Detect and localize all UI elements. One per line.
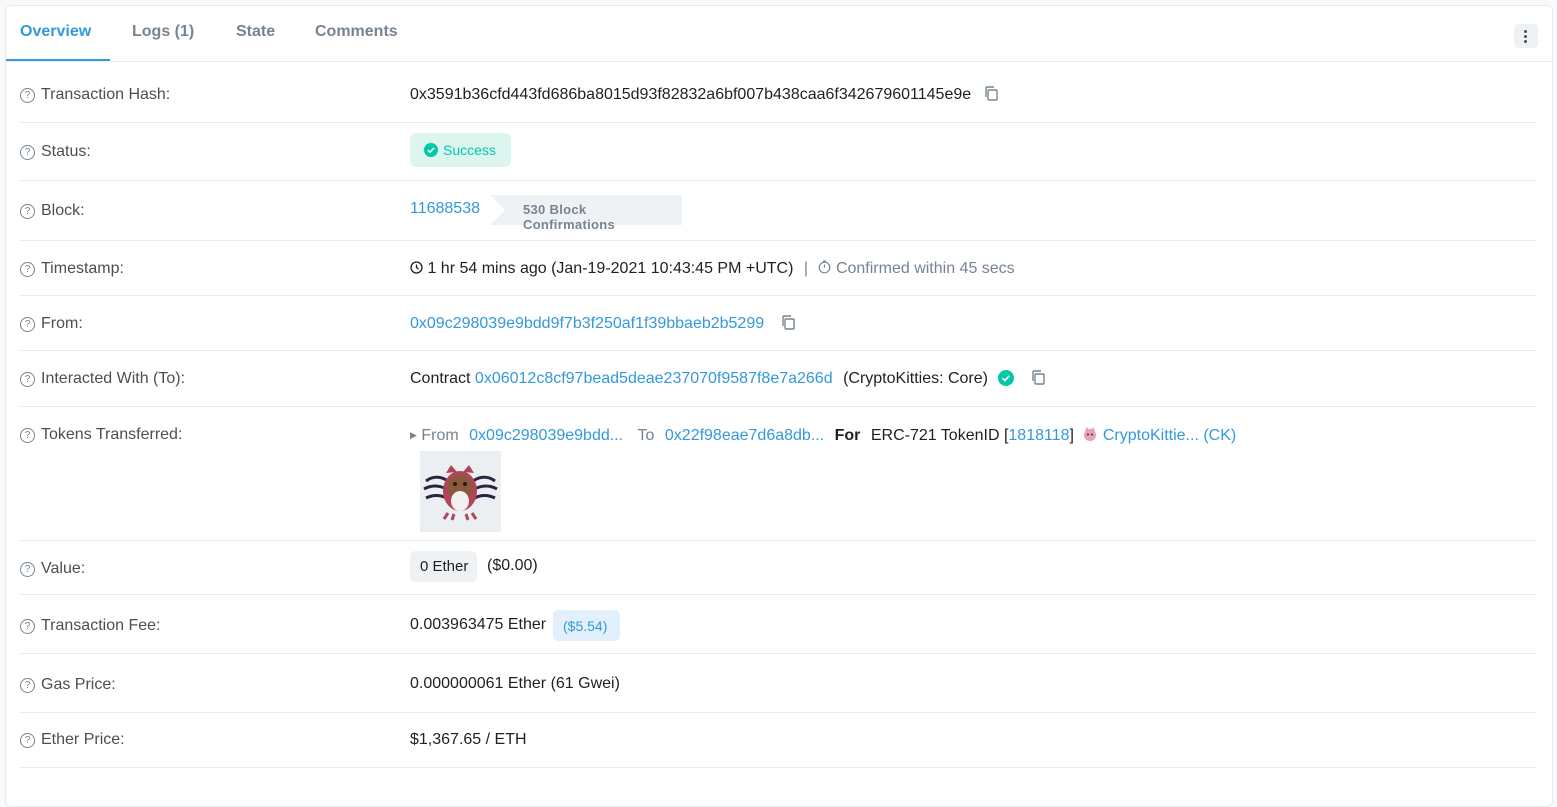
field-value: 0x3591b36cfd443fd686ba8015d93f82832a6bf0… [410, 86, 998, 104]
row-block: ? Block: 11688538 530 Block Confirmations [20, 181, 1537, 241]
token-id-link[interactable]: 1818118 [1008, 427, 1069, 444]
row-from: ? From: 0x09c298039e9bdd9f7b3f250af1f39bb… [20, 296, 1537, 351]
question-circle-icon[interactable]: ? [20, 733, 35, 748]
field-label: ? Block: [20, 202, 85, 220]
field-label: ? Interacted With (To): [20, 370, 185, 388]
row-tokens-transferred: ? Tokens Transferred: ▶ From 0x09c298039e… [20, 407, 1537, 541]
value-amount-pill: 0 Ether [410, 551, 477, 582]
block-confirmations-badge: 530 Block Confirmations [490, 195, 682, 232]
transaction-details-card: Overview Logs (1) State Comments ? Transa… [5, 5, 1553, 807]
confirmed-within-text: Confirmed within 45 secs [835, 260, 1015, 277]
status-badge: Success [410, 133, 511, 167]
contract-address-link[interactable]: 0x06012c8cf97bead5deae237070f9587f8e7a26… [475, 370, 833, 387]
more-vertical-icon [1524, 30, 1527, 33]
question-circle-icon[interactable]: ? [20, 678, 35, 693]
kitty-image [423, 465, 498, 521]
field-label: ? Gas Price: [20, 676, 116, 694]
timestamp-value: 1 hr 54 mins ago (Jan-19-2021 10:43:45 P… [427, 260, 794, 277]
row-ether-price: ? Ether Price: $1,367.65 / ETH [20, 713, 1537, 768]
clock-icon [410, 261, 423, 274]
token-thumbnail[interactable] [420, 451, 501, 532]
tab-comments[interactable]: Comments [315, 23, 398, 41]
row-gas-price: ? Gas Price: 0.000000061 Ether (61 Gwei) [20, 654, 1537, 713]
field-value: 0x09c298039e9bdd9f7b3f250af1f39bbaeb2b52… [410, 315, 795, 333]
field-label: ? Value: [20, 560, 85, 578]
token-name-link[interactable]: CryptoKittie... (CK) [1103, 427, 1236, 444]
token-from-link[interactable]: 0x09c298039e9bdd... [469, 427, 623, 444]
ether-price-value: $1,367.65 / ETH [410, 731, 527, 748]
more-options-button[interactable] [1514, 24, 1538, 48]
row-value: ? Value: 0 Ether ($0.00) [20, 541, 1537, 595]
field-label: ? Transaction Hash: [20, 86, 170, 104]
block-number-link[interactable]: 11688538 [410, 200, 480, 218]
field-label: ? Tokens Transferred: [20, 426, 182, 444]
copy-icon[interactable] [984, 86, 998, 101]
stopwatch-icon [819, 260, 831, 274]
verified-check-icon [998, 370, 1015, 386]
tab-bar: Overview Logs (1) State Comments [6, 6, 1552, 62]
row-interacted-with: ? Interacted With (To): Contract 0x06012c… [20, 351, 1537, 407]
copy-icon[interactable] [781, 315, 795, 330]
question-circle-icon[interactable]: ? [20, 88, 35, 103]
field-label: ? Status: [20, 143, 91, 161]
caret-right-icon: ▶ [410, 430, 417, 440]
fee-amount: 0.003963475 Ether [410, 616, 547, 633]
value-usd: ($0.00) [487, 557, 538, 574]
from-address-link[interactable]: 0x09c298039e9bdd9f7b3f250af1f39bbaeb2b52… [410, 315, 764, 332]
question-circle-icon[interactable]: ? [20, 317, 35, 332]
row-transaction-hash: ? Transaction Hash: 0x3591b36cfd443fd686b… [20, 62, 1537, 123]
copy-icon[interactable] [1031, 370, 1045, 385]
question-circle-icon[interactable]: ? [20, 619, 35, 634]
field-label: ? Timestamp: [20, 260, 124, 278]
question-circle-icon[interactable]: ? [20, 204, 35, 219]
row-transaction-fee: ? Transaction Fee: 0.003963475 Ether ($5.… [20, 595, 1537, 654]
row-status: ? Status: Success [20, 123, 1537, 181]
active-tab-indicator [6, 59, 110, 61]
question-circle-icon[interactable]: ? [20, 262, 35, 277]
token-transfer-line: ▶ From 0x09c298039e9bdd... To 0x22f98eae… [410, 427, 1237, 444]
token-to-link[interactable]: 0x22f98eae7d6a8db... [665, 427, 824, 444]
question-circle-icon[interactable]: ? [20, 372, 35, 387]
separator: | [803, 260, 809, 277]
field-label: ? Transaction Fee: [20, 617, 160, 635]
field-value: Contract 0x06012c8cf97bead5deae237070f95… [410, 370, 1045, 388]
tab-logs[interactable]: Logs (1) [132, 23, 194, 41]
row-timestamp: ? Timestamp: 1 hr 54 mins ago (Jan-19-202… [20, 241, 1537, 296]
question-circle-icon[interactable]: ? [20, 428, 35, 443]
tab-overview[interactable]: Overview [20, 23, 91, 41]
check-circle-icon [424, 143, 438, 157]
question-circle-icon[interactable]: ? [20, 562, 35, 577]
question-circle-icon[interactable]: ? [20, 145, 35, 160]
field-label: ? Ether Price: [20, 731, 125, 749]
gas-price-value: 0.000000061 Ether (61 Gwei) [410, 675, 620, 692]
field-label: ? From: [20, 315, 83, 333]
transaction-hash-value: 0x3591b36cfd443fd686ba8015d93f82832a6bf0… [410, 86, 972, 103]
cryptokitties-logo-icon [1084, 427, 1097, 441]
contract-name: (CryptoKitties: Core) [843, 370, 988, 387]
field-value: 1 hr 54 mins ago (Jan-19-2021 10:43:45 P… [410, 260, 1015, 278]
contract-prefix: Contract [410, 370, 471, 387]
tab-state[interactable]: State [236, 23, 275, 41]
fee-usd-pill[interactable]: ($5.54) [553, 610, 620, 641]
